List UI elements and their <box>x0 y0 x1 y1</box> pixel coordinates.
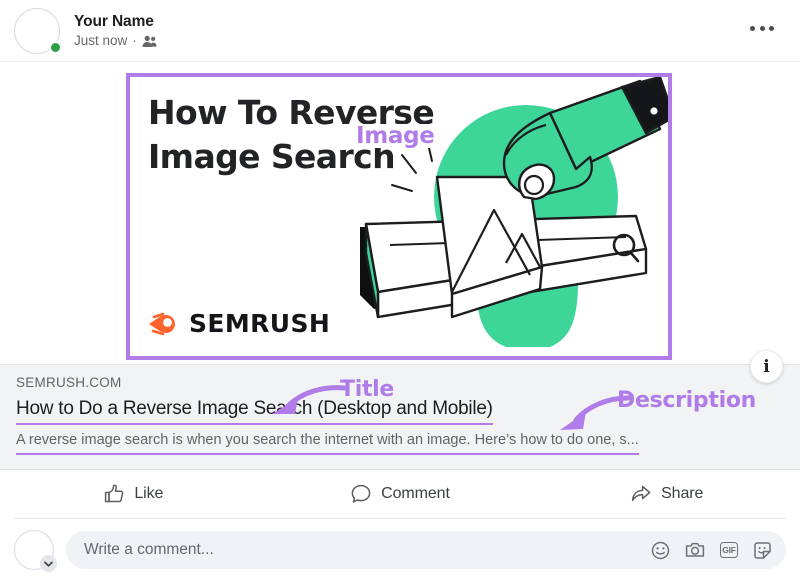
more-horizontal-icon[interactable] <box>746 22 778 35</box>
link-info-button[interactable]: i <box>750 350 783 383</box>
comment-composer: Write a comment... GIF <box>0 522 800 578</box>
comment-input-placeholder: Write a comment... <box>84 541 214 558</box>
comment-button[interactable]: Comment <box>267 474 534 514</box>
more-dot <box>750 26 755 31</box>
friends-icon[interactable] <box>142 35 157 48</box>
post-meta: Just now · <box>74 32 157 50</box>
annotation-image-label: Image <box>348 124 443 148</box>
link-preview-description: A reverse image search is when you searc… <box>16 431 639 455</box>
online-status-dot <box>50 42 61 53</box>
link-preview-image[interactable]: How To Reverse Image Search SEMRUSH <box>126 73 672 360</box>
share-button[interactable]: Share <box>533 474 800 514</box>
comment-button-label: Comment <box>381 485 450 502</box>
composer-avatar[interactable] <box>14 530 57 572</box>
annotation-description-label: Description <box>617 388 756 413</box>
post-author-name[interactable]: Your Name <box>74 12 157 31</box>
link-preview-title[interactable]: How to Do a Reverse Image Search (Deskto… <box>16 397 493 426</box>
avatar[interactable] <box>14 8 61 54</box>
thumbs-up-icon <box>105 484 124 503</box>
like-button[interactable]: Like <box>0 474 267 514</box>
share-arrow-icon <box>631 485 651 502</box>
like-button-label: Like <box>134 485 164 502</box>
meta-separator: · <box>132 32 137 48</box>
annotation-title-label: Title <box>340 377 395 402</box>
post-media-area: How To Reverse Image Search SEMRUSH Imag… <box>0 62 800 383</box>
semrush-comet-logo-icon <box>149 312 175 335</box>
post-action-bar: Like Comment Share <box>0 470 800 518</box>
more-dot <box>769 26 774 31</box>
emoji-icon[interactable] <box>651 541 670 560</box>
post-header: Your Name Just now · <box>0 0 800 62</box>
semrush-wordmark: SEMRUSH <box>189 309 331 338</box>
post-timestamp[interactable]: Just now <box>74 32 127 50</box>
chevron-down-icon[interactable] <box>40 555 57 572</box>
sticker-icon[interactable] <box>753 541 772 560</box>
link-preview-card[interactable]: SEMRUSH.COM How to Do a Reverse Image Se… <box>0 364 800 470</box>
more-dot <box>759 26 765 31</box>
post-header-text: Your Name Just now · <box>74 12 157 50</box>
semrush-graphic: How To Reverse Image Search SEMRUSH <box>130 77 668 356</box>
action-bar-divider <box>14 518 786 519</box>
gif-icon[interactable]: GIF <box>720 542 738 558</box>
share-button-label: Share <box>661 485 704 502</box>
composer-icons: GIF <box>651 541 772 560</box>
semrush-logo: SEMRUSH <box>148 309 330 338</box>
comment-bubble-icon <box>351 484 371 503</box>
camera-icon[interactable] <box>685 541 705 559</box>
comment-input[interactable]: Write a comment... GIF <box>66 531 786 569</box>
